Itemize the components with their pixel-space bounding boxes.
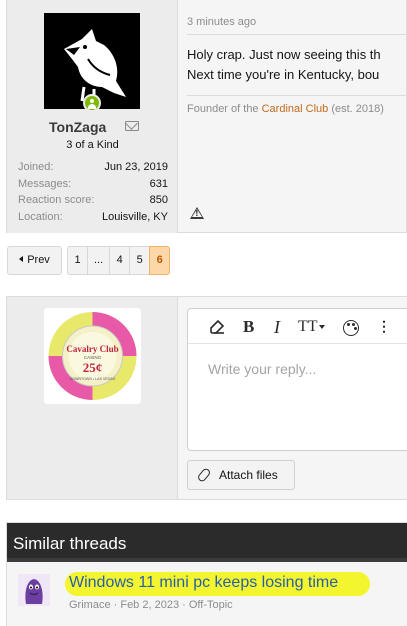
page-button-4[interactable]: 4: [109, 246, 131, 275]
message-line: Holy crap. Just now seeing this th: [187, 47, 381, 62]
stat-reaction-score: Reaction score: 850: [18, 194, 168, 206]
more-options-button[interactable]: ⋮: [377, 319, 391, 339]
message-user-panel: TonZaga 3 of a Kind Joined: Jun 23, 2019…: [7, 0, 178, 233]
prev-page-button[interactable]: Prev: [7, 246, 62, 275]
page-button-5[interactable]: 5: [129, 246, 151, 275]
bold-button[interactable]: B: [243, 317, 254, 337]
message-content: 3 minutes ago Holy crap. Just now seeing…: [179, 0, 406, 233]
page-jump-ellipsis[interactable]: ...: [87, 246, 111, 275]
similar-threads-block: Similar threads Windows 11 mini pc keeps…: [6, 522, 407, 626]
post-timestamp[interactable]: 3 minutes ago: [187, 16, 256, 28]
chip-ring-text: DOWNTOWN • LAS VEGAS: [70, 377, 116, 381]
quick-reply: Cavalry Club CASINO 25¢ DOWNTOWN • LAS V…: [6, 296, 407, 500]
paperclip-icon: [196, 467, 212, 483]
divider: [187, 34, 406, 35]
report-warning-icon[interactable]: [190, 207, 204, 219]
page-list: 1 ... 4 5 6: [67, 246, 171, 275]
signature: Founder of the Cardinal Club (est. 2018): [187, 103, 384, 115]
chevron-down-icon: [318, 325, 325, 329]
page-button-1[interactable]: 1: [67, 246, 88, 275]
italic-button[interactable]: I: [274, 317, 280, 337]
current-user-avatar[interactable]: Cavalry Club CASINO 25¢ DOWNTOWN • LAS V…: [44, 308, 141, 404]
thread-author-avatar[interactable]: [18, 574, 50, 606]
chevron-left-icon: [19, 256, 24, 262]
font-size-button[interactable]: TT: [298, 317, 325, 337]
grimace-avatar-icon: [18, 574, 50, 606]
chip-denomination: 25¢: [83, 360, 103, 375]
divider: [187, 95, 406, 96]
stat-location: Location: Louisville, KY: [18, 210, 168, 223]
reply-user-panel: Cavalry Club CASINO 25¢ DOWNTOWN • LAS V…: [7, 297, 178, 499]
attach-files-button[interactable]: Attach files: [187, 460, 295, 490]
thread-meta: Grimace · Feb 2, 2023 · Off-Topic: [69, 599, 233, 611]
editor-toolbar: B I TT ⋮: [188, 309, 407, 344]
signature-link[interactable]: Cardinal Club: [262, 103, 329, 115]
username-link[interactable]: TonZaga: [49, 119, 106, 135]
thread-date: Feb 2, 2023: [120, 599, 180, 611]
envelope-icon[interactable]: [125, 121, 139, 131]
thread-forum[interactable]: Off-Topic: [189, 599, 233, 611]
reply-placeholder: Write your reply...: [208, 361, 317, 377]
message-line: Next time you're in Kentucky, bou: [187, 67, 380, 82]
list-item: Windows 11 mini pc keeps losing time Gri…: [7, 562, 407, 626]
thread-title-link[interactable]: Windows 11 mini pc keeps losing time: [69, 574, 338, 592]
chip-name: Cavalry Club: [66, 344, 118, 354]
casino-chip-icon: Cavalry Club CASINO 25¢ DOWNTOWN • LAS V…: [48, 312, 137, 400]
palette-icon[interactable]: [343, 320, 359, 336]
user-stats: Joined: Jun 23, 2019 Messages: 631 React…: [18, 159, 168, 225]
eraser-icon[interactable]: [208, 317, 226, 337]
stat-joined: Joined: Jun 23, 2019: [18, 161, 168, 173]
thread-author[interactable]: Grimace: [69, 599, 111, 611]
similar-threads-heading: Similar threads: [7, 523, 407, 562]
stat-messages: Messages: 631: [18, 177, 168, 190]
page-button-current[interactable]: 6: [149, 246, 171, 275]
message-body: Holy crap. Just now seeing this th Next …: [187, 45, 407, 85]
message-post: TonZaga 3 of a Kind Joined: Jun 23, 2019…: [6, 0, 407, 233]
pagination: Prev 1 ... 4 5 6: [7, 246, 171, 275]
reply-editor[interactable]: B I TT ⋮ Write your reply...: [187, 308, 407, 451]
user-title: 3 of a Kind: [66, 139, 119, 151]
online-status-icon: [83, 94, 101, 112]
